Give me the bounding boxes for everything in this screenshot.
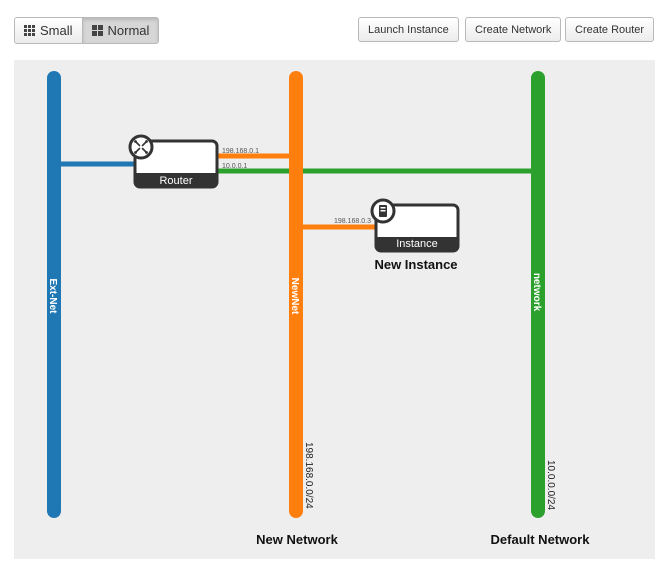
router-ip-network: 10.0.0.1 [222, 163, 247, 170]
create-network-button[interactable]: Create Network [465, 17, 562, 42]
server-icon [370, 198, 396, 224]
launch-instance-button[interactable]: Launch Instance [358, 17, 459, 42]
view-size-toggle: Small Normal [14, 17, 160, 44]
router-label: Router [159, 175, 192, 187]
ext-net-label: Ext-Net [47, 278, 58, 314]
instance-caption: New Instance [374, 257, 457, 272]
create-router-button[interactable]: Create Router [565, 17, 655, 42]
topology-svg: Ext-Net NewNet 198.168.0.0/24 network 10… [47, 71, 591, 547]
view-small-label: Small [40, 23, 73, 38]
router-icon [128, 134, 154, 160]
network-label: network [531, 273, 542, 312]
grid-small-icon [24, 25, 35, 36]
topology-toolbar: Small Normal Launch Instance Create Netw… [0, 0, 669, 56]
router-ip-new-net: 198.168.0.1 [222, 148, 259, 155]
router-node[interactable]: Router [128, 134, 219, 189]
network-topology-canvas: Ext-Net NewNet 198.168.0.0/24 network 10… [14, 60, 655, 559]
view-normal-button[interactable]: Normal [81, 18, 159, 43]
grid-normal-icon [91, 25, 103, 36]
network-default[interactable]: network 10.0.0.0/24 [531, 71, 556, 518]
new-net-caption: New Network [256, 532, 338, 547]
new-net-label: NewNet [289, 278, 300, 315]
network-caption: Default Network [491, 532, 591, 547]
new-net-cidr: 198.168.0.0/24 [303, 442, 314, 509]
network-ext-net[interactable]: Ext-Net [47, 71, 61, 518]
view-small-button[interactable]: Small [15, 18, 82, 43]
instance-ip: 198.168.0.3 [334, 218, 371, 225]
network-cidr: 10.0.0.0/24 [545, 460, 556, 510]
network-new-net[interactable]: NewNet 198.168.0.0/24 [289, 71, 314, 518]
view-normal-label: Normal [107, 23, 150, 38]
instance-label: Instance [396, 238, 438, 250]
instance-node[interactable]: Instance [370, 198, 460, 253]
